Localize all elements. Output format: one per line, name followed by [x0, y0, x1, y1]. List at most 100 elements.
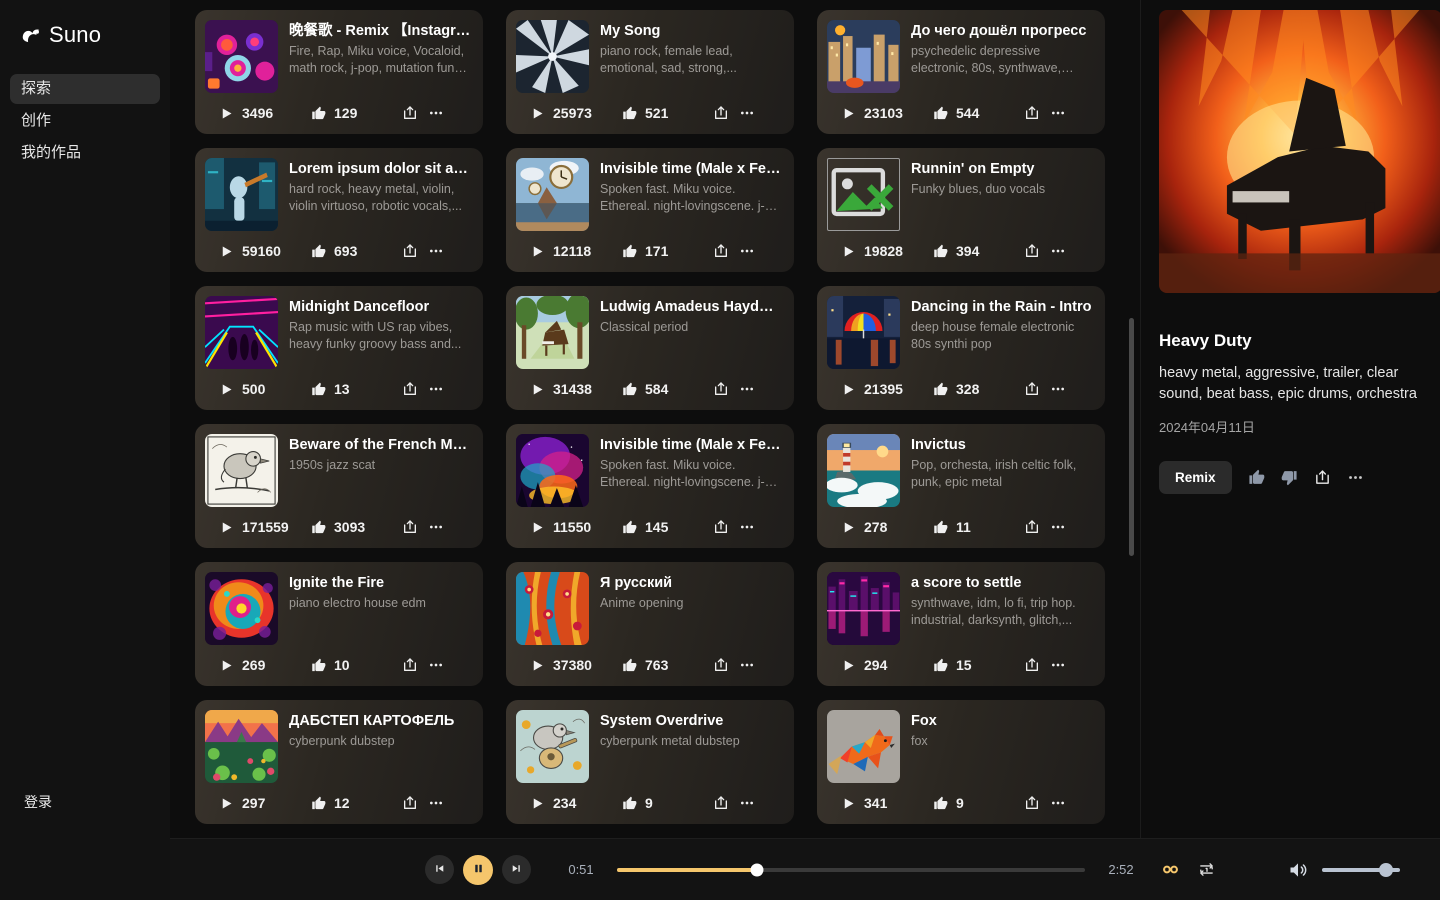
song-thumbnail[interactable] [516, 296, 589, 369]
like-count-stat[interactable]: 129 [311, 105, 397, 121]
share-icon[interactable] [1019, 516, 1045, 538]
play-count-stat[interactable]: 25973 [530, 105, 622, 121]
like-count-stat[interactable]: 10 [311, 657, 397, 673]
like-count-stat[interactable]: 693 [311, 243, 397, 259]
share-icon[interactable] [1019, 102, 1045, 124]
song-card[interactable]: Invictus Pop, orchesta, irish celtic folk… [817, 424, 1105, 548]
more-options-icon[interactable] [734, 654, 760, 676]
play-count-stat[interactable]: 31438 [530, 381, 622, 397]
play-count-stat[interactable]: 234 [530, 795, 622, 811]
like-count-stat[interactable]: 12 [311, 795, 397, 811]
like-count-stat[interactable]: 9 [933, 795, 1019, 811]
skip-next-button[interactable] [502, 855, 531, 884]
more-options-icon[interactable] [734, 792, 760, 814]
song-card[interactable]: Ignite the Fire piano electro house edm 26… [195, 562, 483, 686]
share-icon[interactable] [397, 792, 423, 814]
share-icon[interactable] [1019, 792, 1045, 814]
login-link[interactable]: 登录 [24, 794, 52, 810]
play-count-stat[interactable]: 59160 [219, 243, 311, 259]
more-options-icon[interactable] [423, 792, 449, 814]
like-count-stat[interactable]: 171 [622, 243, 708, 259]
like-count-stat[interactable]: 394 [933, 243, 1019, 259]
sidebar-item-my-works[interactable]: 我的作品 [10, 138, 160, 168]
song-thumbnail[interactable] [205, 434, 278, 507]
remix-button[interactable]: Remix [1159, 461, 1232, 494]
song-thumbnail[interactable] [205, 158, 278, 231]
share-icon[interactable] [1019, 654, 1045, 676]
share-icon[interactable] [708, 102, 734, 124]
play-count-stat[interactable]: 278 [841, 519, 933, 535]
song-thumbnail[interactable] [516, 572, 589, 645]
more-options-icon[interactable] [734, 378, 760, 400]
share-icon[interactable] [708, 792, 734, 814]
song-thumbnail[interactable] [827, 158, 900, 231]
more-options-icon[interactable] [734, 516, 760, 538]
infinity-icon[interactable] [1161, 860, 1180, 879]
more-options-icon[interactable] [423, 654, 449, 676]
repeat-one-icon[interactable] [1198, 861, 1215, 878]
share-icon[interactable] [397, 102, 423, 124]
song-thumbnail[interactable] [827, 20, 900, 93]
share-icon[interactable] [1314, 469, 1331, 486]
more-options-icon[interactable] [734, 240, 760, 262]
play-count-stat[interactable]: 294 [841, 657, 933, 673]
song-card[interactable]: Я русский Anime opening 37380 763 [506, 562, 794, 686]
like-count-stat[interactable]: 3093 [311, 519, 397, 535]
like-count-stat[interactable]: 13 [311, 381, 397, 397]
more-options-icon[interactable] [1045, 102, 1071, 124]
sidebar-item-explore[interactable]: 探索 [10, 74, 160, 104]
sidebar-item-create[interactable]: 创作 [10, 106, 160, 136]
thumbs-down-icon[interactable] [1281, 469, 1298, 486]
song-card[interactable]: Runnin' on Empty Funky blues, duo vocals 1… [817, 148, 1105, 272]
song-card[interactable]: System Overdrive cyberpunk metal dubstep 2… [506, 700, 794, 824]
detail-artwork[interactable] [1159, 10, 1440, 293]
skip-previous-button[interactable] [425, 855, 454, 884]
song-thumbnail[interactable] [827, 434, 900, 507]
song-card[interactable]: Ludwig Amadeus Haydn - Pia... Classical p… [506, 286, 794, 410]
share-icon[interactable] [708, 516, 734, 538]
song-card[interactable]: Lorem ipsum dolor sit amet hard rock, hea… [195, 148, 483, 272]
song-thumbnail[interactable] [516, 710, 589, 783]
play-count-stat[interactable]: 171559 [219, 519, 311, 535]
play-count-stat[interactable]: 297 [219, 795, 311, 811]
play-count-stat[interactable]: 3496 [219, 105, 311, 121]
more-options-icon[interactable] [1045, 654, 1071, 676]
progress-knob[interactable] [750, 863, 764, 876]
share-icon[interactable] [708, 654, 734, 676]
song-thumbnail[interactable] [516, 158, 589, 231]
brand[interactable]: Suno [0, 18, 170, 52]
volume-high-icon[interactable] [1288, 860, 1308, 880]
song-thumbnail[interactable] [205, 710, 278, 783]
feed-scrollbar[interactable] [1129, 318, 1134, 556]
song-card[interactable]: a score to settle synthwave, idm, lo fi, … [817, 562, 1105, 686]
song-thumbnail[interactable] [827, 710, 900, 783]
play-pause-button[interactable] [463, 854, 493, 885]
volume-knob[interactable] [1378, 862, 1393, 877]
play-count-stat[interactable]: 23103 [841, 105, 933, 121]
like-count-stat[interactable]: 544 [933, 105, 1019, 121]
share-icon[interactable] [1019, 378, 1045, 400]
play-count-stat[interactable]: 21395 [841, 381, 933, 397]
more-options-icon[interactable] [423, 102, 449, 124]
song-card[interactable]: Invisible time (Male x Female ... Spoken … [506, 424, 794, 548]
like-count-stat[interactable]: 9 [622, 795, 708, 811]
share-icon[interactable] [1019, 240, 1045, 262]
song-card[interactable]: Midnight Dancefloor Rap music with US rap… [195, 286, 483, 410]
like-count-stat[interactable]: 763 [622, 657, 708, 673]
play-count-stat[interactable]: 341 [841, 795, 933, 811]
song-thumbnail[interactable] [516, 434, 589, 507]
more-options-icon[interactable] [1045, 516, 1071, 538]
share-icon[interactable] [708, 378, 734, 400]
progress-slider[interactable] [617, 863, 1085, 876]
share-icon[interactable] [397, 516, 423, 538]
play-count-stat[interactable]: 11550 [530, 519, 622, 535]
more-options-icon[interactable] [423, 516, 449, 538]
more-options-icon[interactable] [1347, 469, 1364, 486]
play-count-stat[interactable]: 500 [219, 381, 311, 397]
play-count-stat[interactable]: 37380 [530, 657, 622, 673]
song-thumbnail[interactable] [205, 572, 278, 645]
like-count-stat[interactable]: 15 [933, 657, 1019, 673]
song-card[interactable]: My Song piano rock, female lead, emotiona… [506, 10, 794, 134]
more-options-icon[interactable] [1045, 240, 1071, 262]
song-thumbnail[interactable] [827, 572, 900, 645]
